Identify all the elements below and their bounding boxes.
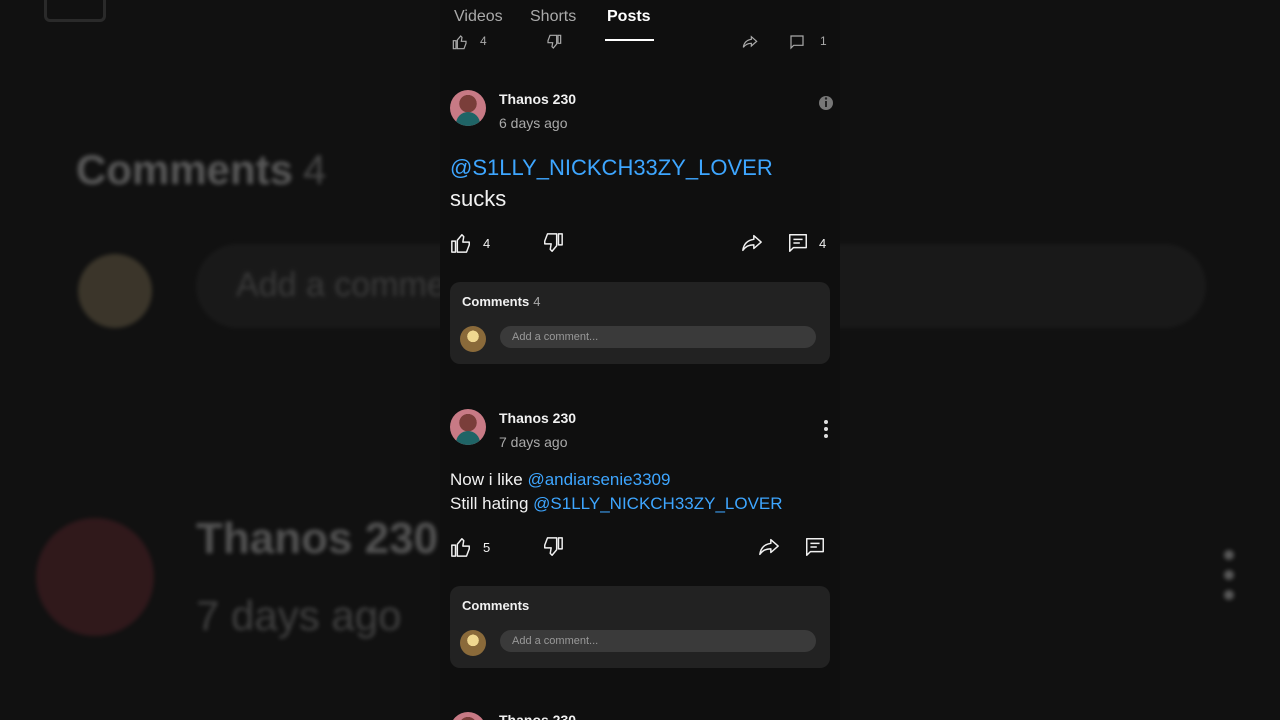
channel-posts-panel: Videos Shorts Posts 4 1 Thanos 230 6 day… (440, 0, 840, 720)
like-icon (451, 234, 470, 253)
author-name[interactable]: Thanos 230 (499, 91, 576, 107)
share-button[interactable] (757, 536, 781, 558)
comment-count: 4 (819, 236, 827, 251)
comments-preview[interactable]: Comments Add a comment... (450, 586, 830, 668)
post-text-line: sucks (450, 186, 507, 211)
post-time: 6 days ago (499, 115, 568, 131)
post-text: Now i like @andiarsenie3309 Still hating… (450, 470, 783, 513)
post-time: 7 days ago (499, 434, 568, 450)
bg-avatar (78, 254, 152, 328)
share-icon (742, 234, 762, 252)
share-icon (759, 538, 779, 556)
info-icon[interactable] (818, 94, 834, 114)
like-button[interactable] (450, 232, 472, 254)
share-button[interactable] (740, 232, 764, 254)
comments-button[interactable] (787, 232, 809, 254)
comments-preview-title: Comments 4 (462, 294, 541, 309)
like-count: 4 (480, 34, 487, 48)
avatar[interactable] (450, 90, 486, 126)
comment-count: 1 (820, 34, 827, 48)
mention-link[interactable]: @andiarsenie3309 (527, 470, 670, 489)
post-text: @S1LLY_NICKCH33ZY_LOVER sucks (450, 152, 773, 214)
add-comment-input[interactable]: Add a comment... (500, 630, 816, 652)
avatar[interactable] (450, 712, 486, 720)
dislike-button[interactable] (542, 232, 564, 254)
comment-icon[interactable] (788, 34, 806, 53)
avatar (460, 326, 486, 352)
share-icon[interactable] (740, 34, 760, 53)
back-icon (44, 0, 106, 22)
bg-author-name: Thanos 230 (196, 514, 439, 563)
like-button[interactable] (450, 536, 472, 558)
mention-link[interactable]: @S1LLY_NICKCH33ZY_LOVER (533, 494, 782, 513)
comments-preview-title: Comments (462, 598, 530, 613)
like-icon[interactable] (450, 34, 470, 53)
tab-videos[interactable]: Videos (454, 8, 503, 26)
more-vert-icon[interactable] (818, 420, 834, 440)
bg-time: 7 days ago (196, 592, 402, 639)
comments-preview[interactable]: Comments 4 Add a comment... (450, 282, 830, 364)
previous-post-actions: 4 1 (440, 34, 840, 52)
like-icon (451, 538, 470, 557)
dislike-icon[interactable] (544, 34, 564, 53)
author-name[interactable]: Thanos 230 (499, 410, 576, 426)
comment-icon (806, 538, 824, 556)
dislike-icon (544, 233, 563, 252)
like-count: 5 (483, 540, 491, 555)
dislike-button[interactable] (542, 536, 564, 558)
comment-icon (789, 234, 807, 252)
author-name[interactable]: Thanos 230 (499, 712, 576, 720)
add-comment-input[interactable]: Add a comment... (500, 326, 816, 348)
comments-button[interactable] (804, 536, 826, 558)
bg-comments-title: Comments 4 (76, 146, 327, 193)
avatar[interactable] (450, 409, 486, 445)
tab-shorts[interactable]: Shorts (530, 8, 576, 26)
tab-posts[interactable]: Posts (607, 8, 651, 26)
dislike-icon (544, 537, 563, 556)
bg-author-avatar (36, 518, 154, 636)
bg-more-icon (1224, 550, 1238, 610)
mention-link[interactable]: @S1LLY_NICKCH33ZY_LOVER (450, 155, 773, 180)
like-count: 4 (483, 236, 491, 251)
avatar (460, 630, 486, 656)
